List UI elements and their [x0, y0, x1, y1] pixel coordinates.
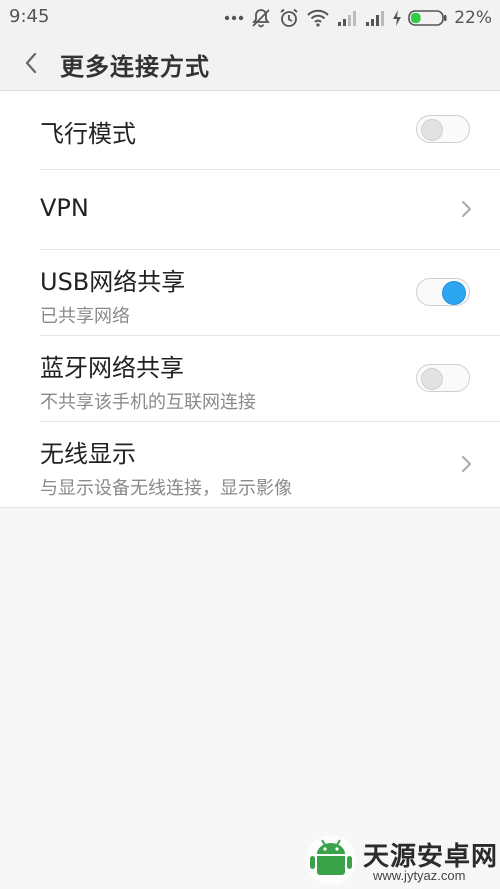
- toggle-knob: [421, 119, 443, 141]
- status-time: 9:45: [9, 6, 50, 27]
- usb-tethering-row[interactable]: USB网络共享 已共享网络: [40, 250, 500, 336]
- row-title: 蓝牙网络共享: [40, 354, 184, 382]
- row-subtitle: 不共享该手机的互联网连接: [40, 392, 256, 413]
- row-title: 飞行模式: [40, 120, 136, 148]
- row-title: USB网络共享: [40, 268, 186, 296]
- watermark: 天源安卓网 www.jytyaz.com: [305, 834, 497, 886]
- toggle-knob: [421, 368, 443, 390]
- status-bar: 9:45 22%: [0, 0, 500, 36]
- android-logo-icon: [306, 835, 356, 885]
- chevron-right-icon: [462, 456, 471, 472]
- row-title: VPN: [40, 194, 89, 222]
- signal-2-icon: [364, 9, 386, 27]
- wifi-icon: [306, 8, 330, 28]
- vpn-row[interactable]: VPN: [40, 170, 500, 250]
- charging-icon: [392, 9, 402, 27]
- battery-icon: [408, 9, 448, 27]
- wireless-display-row[interactable]: 无线显示 与显示设备无线连接，显示影像: [40, 422, 500, 507]
- watermark-url: www.jytyaz.com: [373, 868, 466, 883]
- page-title: 更多连接方式: [60, 53, 210, 81]
- more-dots-icon: [224, 15, 244, 21]
- row-subtitle: 已共享网络: [40, 306, 130, 327]
- notifications-muted-icon: [250, 7, 272, 29]
- back-button[interactable]: [14, 46, 48, 80]
- airplane-mode-row[interactable]: 飞行模式: [40, 91, 500, 170]
- settings-list: 飞行模式 VPN USB网络共享 已共享网络 蓝牙网络共享 不共享该手机的互联网…: [0, 91, 500, 508]
- battery-percent: 22%: [454, 8, 492, 28]
- chevron-right-icon: [462, 201, 471, 217]
- usb-tethering-toggle[interactable]: [416, 278, 470, 306]
- row-subtitle: 与显示设备无线连接，显示影像: [40, 478, 292, 499]
- alarm-icon: [278, 7, 300, 29]
- chevron-left-icon: [25, 52, 37, 74]
- row-title: 无线显示: [40, 440, 136, 468]
- signal-1-icon: [336, 9, 358, 27]
- bluetooth-tethering-toggle[interactable]: [416, 364, 470, 392]
- airplane-mode-toggle[interactable]: [416, 115, 470, 143]
- bluetooth-tethering-row[interactable]: 蓝牙网络共享 不共享该手机的互联网连接: [40, 336, 500, 422]
- status-icons: 22%: [224, 6, 492, 30]
- header: 更多连接方式: [0, 36, 500, 91]
- toggle-knob: [442, 281, 466, 305]
